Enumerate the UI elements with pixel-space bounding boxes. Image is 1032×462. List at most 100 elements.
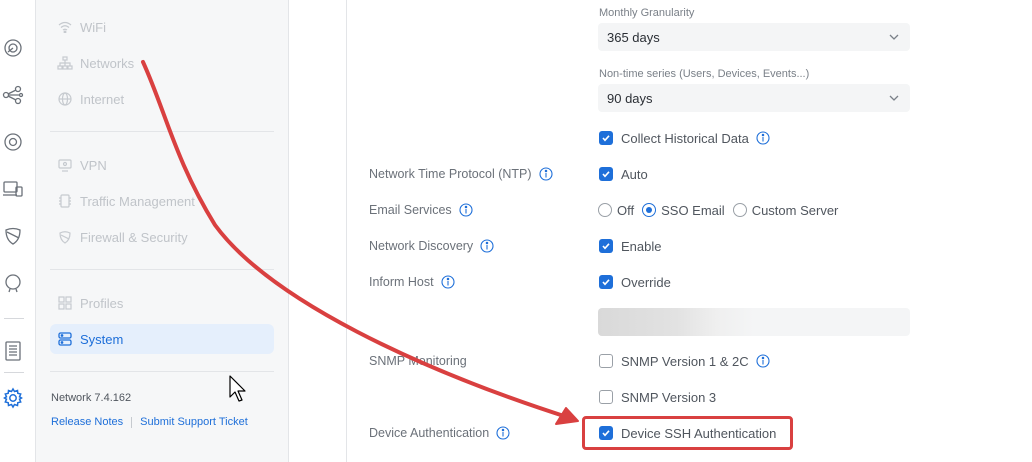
inform-host-input-redacted[interactable] — [598, 308, 910, 336]
clients-icon[interactable] — [2, 178, 24, 200]
nav-item-internet[interactable]: Internet — [50, 84, 274, 114]
traffic-icon — [56, 192, 74, 210]
checkbox-label: Enable — [621, 238, 662, 254]
checkbox-checked-icon[interactable] — [599, 275, 613, 289]
nav-item-system[interactable]: System — [50, 324, 274, 354]
system-icon — [56, 330, 74, 348]
inform-host-override-checkbox[interactable]: Override — [599, 273, 671, 291]
snmp-v3-checkbox[interactable]: SNMP Version 3 — [599, 388, 716, 406]
rail-divider — [4, 318, 24, 319]
network-discovery-row-label: Network Discovery — [369, 237, 494, 255]
row-label-text: Network Time Protocol (NTP) — [369, 167, 532, 181]
row-label-text: Inform Host — [369, 275, 434, 289]
nav-divider — [50, 269, 274, 270]
nav-item-vpn[interactable]: VPN — [50, 150, 274, 180]
checkbox-label: Collect Historical Data — [621, 130, 749, 146]
vpn-icon — [56, 156, 74, 174]
row-label-text: Device Authentication — [369, 426, 490, 440]
ntp-auto-checkbox[interactable]: Auto — [599, 165, 648, 183]
nav-item-label: WiFi — [80, 19, 106, 35]
radio-label: SSO Email — [661, 202, 725, 218]
checkbox-label: SNMP Version 3 — [621, 389, 717, 405]
network-discovery-checkbox[interactable]: Enable — [599, 237, 661, 255]
nav-item-label: Internet — [80, 91, 125, 107]
nav-item-label: Traffic Management — [80, 193, 195, 209]
radio-unselected-icon[interactable] — [598, 203, 612, 217]
dashboard-icon[interactable] — [2, 37, 24, 59]
chevron-down-icon — [889, 95, 899, 101]
insights-icon[interactable] — [2, 272, 24, 294]
nav-item-firewall-security[interactable]: Firewall & Security — [50, 222, 274, 252]
non-time-series-label: Non-time series (Users, Devices, Events.… — [599, 68, 810, 80]
radio-off[interactable]: Off — [598, 203, 634, 218]
select-value: 365 days — [607, 29, 660, 45]
checkbox-checked-icon[interactable] — [599, 167, 613, 181]
content-divider — [346, 0, 347, 462]
radio-sso-email[interactable]: SSO Email — [642, 203, 725, 218]
info-icon[interactable] — [459, 203, 473, 217]
collect-historical-checkbox[interactable]: Collect Historical Data — [599, 129, 770, 147]
checkbox-checked-icon[interactable] — [599, 239, 613, 253]
inform-host-row-label: Inform Host — [369, 273, 455, 291]
nav-item-label: Profiles — [80, 295, 124, 311]
checkbox-unchecked-icon[interactable] — [599, 390, 613, 404]
checkbox-checked-icon[interactable] — [599, 131, 613, 145]
radio-label: Off — [617, 202, 635, 218]
radio-custom-server[interactable]: Custom Server — [732, 203, 838, 218]
snmp-row-label: SNMP Monitoring — [369, 352, 467, 370]
nav-item-label: VPN — [80, 157, 107, 173]
email-services-radio-group: Off SSO Email Custom Server — [598, 201, 846, 219]
non-time-series-select[interactable]: 90 days — [598, 84, 910, 112]
version-label: Network 7.4.162 — [51, 392, 132, 404]
checkbox-label: SNMP Version 1 & 2C — [621, 353, 749, 369]
row-label-text: SNMP Monitoring — [369, 354, 467, 368]
radio-selected-icon[interactable] — [642, 203, 657, 217]
annotation-highlight-box — [582, 416, 793, 450]
link-divider — [131, 416, 133, 428]
select-value: 90 days — [607, 90, 653, 106]
email-services-row-label: Email Services — [369, 201, 473, 219]
settings-nav: WiFi Networks Internet VPN Traffic Manag… — [36, 0, 289, 462]
footer-links: Release Notes Submit Support Ticket — [51, 416, 248, 428]
nav-item-traffic-management[interactable]: Traffic Management — [50, 186, 274, 216]
nav-item-networks[interactable]: Networks — [50, 48, 274, 78]
snmp-v1-checkbox[interactable]: SNMP Version 1 & 2C — [599, 352, 770, 370]
settings-icon[interactable] — [2, 387, 24, 409]
profiles-icon — [56, 294, 74, 312]
info-icon[interactable] — [538, 167, 553, 181]
info-icon[interactable] — [756, 354, 770, 368]
radio-unselected-icon[interactable] — [732, 203, 747, 217]
row-label-text: Email Services — [369, 203, 452, 217]
protect-icon[interactable] — [2, 225, 24, 247]
globe-icon — [56, 90, 74, 108]
row-label-text: Network Discovery — [369, 239, 474, 253]
topology-icon[interactable] — [2, 84, 24, 106]
shield-icon — [56, 228, 74, 246]
info-icon[interactable] — [756, 131, 770, 145]
logs-icon[interactable] — [2, 340, 24, 362]
nav-item-label: Networks — [80, 55, 135, 71]
info-icon[interactable] — [480, 239, 494, 253]
networks-icon — [56, 54, 74, 72]
release-notes-link[interactable]: Release Notes — [51, 416, 123, 428]
nav-item-label: System — [80, 331, 124, 347]
info-icon[interactable] — [441, 275, 455, 289]
device-auth-row-label: Device Authentication — [369, 424, 510, 442]
monthly-granularity-label: Monthly Granularity — [599, 7, 695, 19]
nav-item-wifi[interactable]: WiFi — [50, 12, 274, 42]
checkbox-label: Override — [621, 274, 671, 290]
nav-item-profiles[interactable]: Profiles — [50, 288, 274, 318]
annotation-arrowhead — [555, 407, 579, 425]
wifi-icon — [56, 18, 74, 36]
monthly-granularity-select[interactable]: 365 days — [598, 23, 910, 51]
checkbox-unchecked-icon[interactable] — [599, 354, 613, 368]
rail-divider — [4, 372, 24, 373]
devices-icon[interactable] — [2, 131, 24, 153]
support-ticket-link[interactable]: Submit Support Ticket — [140, 416, 248, 428]
chevron-down-icon — [889, 34, 899, 40]
info-icon[interactable] — [496, 426, 510, 440]
ntp-row-label: Network Time Protocol (NTP) — [369, 165, 553, 183]
nav-item-label: Firewall & Security — [80, 229, 188, 245]
checkbox-label: Auto — [621, 166, 648, 182]
nav-divider — [50, 131, 274, 132]
